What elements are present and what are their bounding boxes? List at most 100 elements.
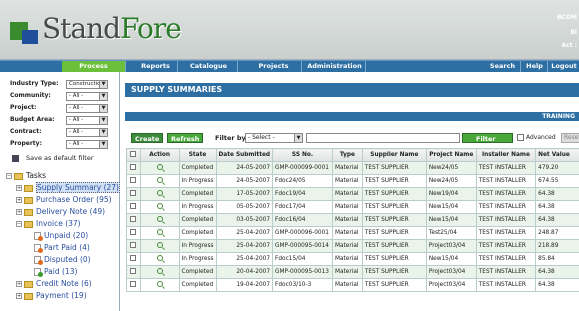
table-row[interactable]: In Progress 25-04-2007 GMP-000095-0014 Mate… bbox=[126, 239, 579, 253]
filter-button[interactable]: Filter bbox=[462, 133, 513, 143]
collapse-icon[interactable]: − bbox=[6, 173, 12, 179]
nav-projects[interactable]: Projects bbox=[246, 61, 302, 72]
main-panel: SUPPLY SUMMARIES TRAINING Create Refresh… bbox=[121, 72, 579, 311]
col-header[interactable]: Net Value bbox=[535, 148, 579, 162]
view-action[interactable] bbox=[139, 239, 180, 253]
row-checkbox[interactable] bbox=[126, 174, 141, 188]
magnifier-icon[interactable] bbox=[156, 268, 163, 274]
select-all-checkbox[interactable] bbox=[126, 148, 141, 162]
tree-item-invoice[interactable]: − Invoice (37) bbox=[16, 218, 81, 229]
view-action[interactable] bbox=[139, 174, 180, 188]
tree-item-purchase-order[interactable]: + Purchase Order (95) bbox=[16, 194, 112, 205]
tree-item-payment[interactable]: + Payment (19) bbox=[16, 290, 87, 301]
filter-input[interactable] bbox=[306, 133, 460, 143]
installer-cell: TEST INSTALLER bbox=[475, 278, 537, 292]
ss-no-cell: GMP-000096-0001 bbox=[272, 226, 333, 240]
nav-administration[interactable]: Administration bbox=[304, 61, 366, 72]
table-row[interactable]: In Progress 25-04-2007 Fdoc15/04 Material TE… bbox=[126, 252, 579, 266]
nav-catalogue[interactable]: Catalogue bbox=[180, 61, 238, 72]
table-row[interactable]: Completed 24-05-2007 GMP-000099-0001 Materi… bbox=[126, 161, 579, 175]
col-header[interactable]: Type bbox=[331, 148, 363, 162]
view-action[interactable] bbox=[139, 252, 180, 266]
expand-icon[interactable]: + bbox=[16, 197, 22, 203]
view-action[interactable] bbox=[139, 278, 180, 292]
nav-search[interactable]: Search bbox=[485, 61, 521, 72]
tree-item-delivery-note[interactable]: + Delivery Note (49) bbox=[16, 206, 105, 217]
tree-item-credit-note[interactable]: + Credit Note (6) bbox=[16, 278, 92, 289]
project-cell: New19/04 bbox=[425, 187, 477, 201]
project-select[interactable]: - All - ▼ bbox=[66, 104, 108, 113]
expand-icon[interactable]: + bbox=[16, 185, 22, 191]
table-row[interactable]: Completed 03-05-2007 Fdoc16/04 Material TEST… bbox=[126, 213, 579, 227]
view-action[interactable] bbox=[139, 213, 180, 227]
view-action[interactable] bbox=[139, 200, 180, 214]
budget-area-select[interactable]: - All - ▼ bbox=[66, 116, 108, 125]
tree-item-supply-summary[interactable]: + Supply Summary (27) bbox=[16, 182, 120, 193]
col-header[interactable]: Project Name bbox=[425, 148, 477, 162]
row-checkbox[interactable] bbox=[126, 265, 141, 279]
magnifier-icon[interactable] bbox=[156, 255, 163, 261]
tree-item-part-paid[interactable]: Part Paid (4) bbox=[34, 242, 90, 253]
refresh-button[interactable]: Refresh bbox=[167, 133, 204, 143]
tree-item-disputed[interactable]: Disputed (0) bbox=[34, 254, 91, 265]
nav-reports[interactable]: Reports bbox=[134, 61, 178, 72]
magnifier-icon[interactable] bbox=[156, 190, 163, 196]
magnifier-icon[interactable] bbox=[156, 203, 163, 209]
table-row[interactable]: In Progress 24-05-2007 Fdoc24/05 Material TE… bbox=[126, 174, 579, 188]
row-checkbox[interactable] bbox=[126, 252, 141, 266]
magnifier-icon[interactable] bbox=[156, 216, 163, 222]
contract-select[interactable]: - All - ▼ bbox=[66, 128, 108, 137]
magnifier-icon[interactable] bbox=[156, 177, 163, 183]
view-action[interactable] bbox=[139, 265, 180, 279]
industry-type-select[interactable]: Construction ▼ bbox=[66, 80, 108, 89]
row-checkbox[interactable] bbox=[126, 187, 141, 201]
filter-label: Industry Type: bbox=[10, 80, 59, 87]
project-cell: Project03/04 bbox=[425, 239, 477, 253]
create-button[interactable]: Create bbox=[131, 133, 164, 143]
row-checkbox[interactable] bbox=[126, 161, 141, 175]
type-cell: Material bbox=[331, 252, 363, 266]
save-default-filter-link[interactable]: Save as default filter bbox=[12, 154, 94, 162]
tree-item-unpaid[interactable]: Unpaid (20) bbox=[34, 230, 88, 241]
property-select[interactable]: - All - ▼ bbox=[66, 140, 108, 149]
magnifier-icon[interactable] bbox=[156, 229, 163, 235]
col-header[interactable]: Supplier Name bbox=[361, 148, 427, 162]
net-value-cell: 64.38 bbox=[535, 213, 579, 227]
magnifier-icon[interactable] bbox=[156, 164, 163, 170]
table-row[interactable]: In Progress 05-05-2007 Fdoc17/04 Material TE… bbox=[126, 200, 579, 214]
row-checkbox[interactable] bbox=[126, 226, 141, 240]
nav-help[interactable]: Help bbox=[522, 61, 548, 72]
advanced-checkbox[interactable]: Advanced bbox=[517, 134, 556, 142]
col-header[interactable]: SS No. bbox=[272, 148, 333, 162]
nav-logout[interactable]: Logout bbox=[549, 61, 579, 72]
col-header[interactable]: State bbox=[178, 148, 217, 162]
tree-item-paid[interactable]: Paid (13) bbox=[34, 266, 77, 277]
row-checkbox[interactable] bbox=[126, 213, 141, 227]
table-row[interactable]: Completed 19-04-2007 Fdoc03/10-3 Material TE… bbox=[126, 278, 579, 292]
magnifier-icon[interactable] bbox=[156, 281, 163, 287]
view-action[interactable] bbox=[139, 187, 180, 201]
community-select[interactable]: - All - ▼ bbox=[66, 92, 108, 101]
table-row[interactable]: Completed 17-05-2007 Fdoc19/04 Material TEST… bbox=[126, 187, 579, 201]
expand-icon[interactable]: + bbox=[16, 281, 22, 287]
expand-icon[interactable]: + bbox=[16, 293, 22, 299]
view-action[interactable] bbox=[139, 226, 180, 240]
expand-icon[interactable]: + bbox=[16, 209, 22, 215]
installer-cell: TEST INSTALLER bbox=[475, 239, 537, 253]
col-header[interactable]: Action bbox=[139, 148, 180, 162]
tree-root[interactable]: − Tasks bbox=[6, 170, 46, 181]
collapse-icon[interactable]: − bbox=[16, 221, 22, 227]
row-checkbox[interactable] bbox=[126, 278, 141, 292]
reset-button[interactable]: Reset bbox=[561, 133, 579, 143]
table-row[interactable]: Completed 20-04-2007 GMP-000095-0013 Materi… bbox=[126, 265, 579, 279]
filter-by-select[interactable]: - Select - ▼ bbox=[245, 133, 303, 143]
user-info-line: BCOM bbox=[556, 14, 577, 21]
table-row[interactable]: Completed 25-04-2007 GMP-000096-0001 Materi… bbox=[126, 226, 579, 240]
magnifier-icon[interactable] bbox=[156, 242, 163, 248]
nav-process[interactable]: Process bbox=[62, 61, 126, 72]
row-checkbox[interactable] bbox=[126, 200, 141, 214]
col-header[interactable]: Date Submitted bbox=[215, 148, 274, 162]
col-header[interactable]: Installer Name bbox=[475, 148, 537, 162]
row-checkbox[interactable] bbox=[126, 239, 141, 253]
view-action[interactable] bbox=[139, 161, 180, 175]
